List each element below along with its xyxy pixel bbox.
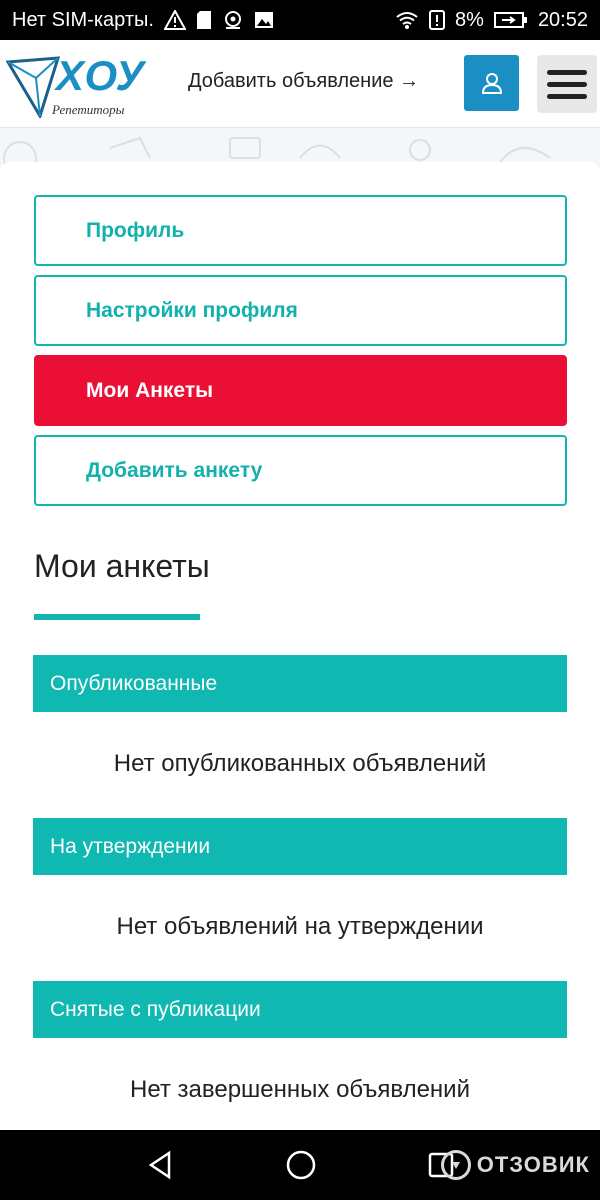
logo-subtitle: Репетиторы: [52, 102, 125, 117]
logo[interactable]: ХОУ Репетиторы: [6, 50, 156, 120]
hamburger-menu-button[interactable]: [537, 55, 597, 113]
battery-icon: [493, 11, 528, 29]
carrier-text: Нет SIM-карты.: [12, 8, 154, 31]
page-title: Мои анкеты: [34, 548, 210, 584]
status-bar: Нет SIM-карты. 8% 20:52: [0, 0, 600, 40]
title-underline: [34, 614, 200, 620]
image-icon: [254, 11, 274, 29]
unpublished-group-header[interactable]: Снятые с публикации: [33, 981, 567, 1038]
watermark: ОТЗОВИК: [440, 1150, 590, 1180]
warning-icon: [163, 10, 186, 30]
back-icon[interactable]: [145, 1150, 175, 1180]
profile-menu-button[interactable]: Профиль: [34, 195, 567, 266]
published-group-header[interactable]: Опубликованные: [33, 655, 567, 712]
hotspot-icon: [222, 10, 244, 30]
user-icon: [481, 73, 502, 94]
site-header: ХОУ Репетиторы Добавить объявление →: [0, 40, 600, 128]
published-empty-message: Нет опубликованных объявлений: [113, 750, 487, 777]
status-right: 8% 20:52: [395, 9, 588, 32]
sd-card-icon: [196, 10, 212, 30]
clock: 20:52: [537, 8, 588, 31]
pending-group-header[interactable]: На утверждении: [33, 818, 567, 875]
hamburger-line: [547, 81, 587, 87]
profile-settings-menu-button[interactable]: Настройки профиля: [34, 275, 567, 346]
pending-empty-message: Нет объявлений на утверждении: [116, 913, 484, 940]
hamburger-line: [547, 69, 587, 75]
unpublished-empty-message: Нет завершенных объявлений: [129, 1076, 470, 1103]
hamburger-line: [547, 93, 587, 99]
logo-wordmark: ХОУ: [56, 52, 145, 99]
alert-icon: [429, 10, 446, 30]
wifi-icon: [395, 10, 419, 30]
home-icon[interactable]: [285, 1149, 317, 1181]
add-listing-menu-button[interactable]: Добавить анкету: [34, 435, 567, 506]
battery-percent: 8%: [455, 8, 484, 31]
account-button[interactable]: [464, 55, 519, 111]
add-listing-link[interactable]: Добавить объявление →: [188, 70, 419, 93]
status-left: Нет SIM-карты.: [12, 9, 274, 32]
watermark-text: ОТЗОВИК: [476, 1152, 590, 1177]
watermark-logo-icon: [440, 1150, 471, 1180]
my-listings-menu-button[interactable]: Мои Анкеты: [34, 355, 567, 426]
